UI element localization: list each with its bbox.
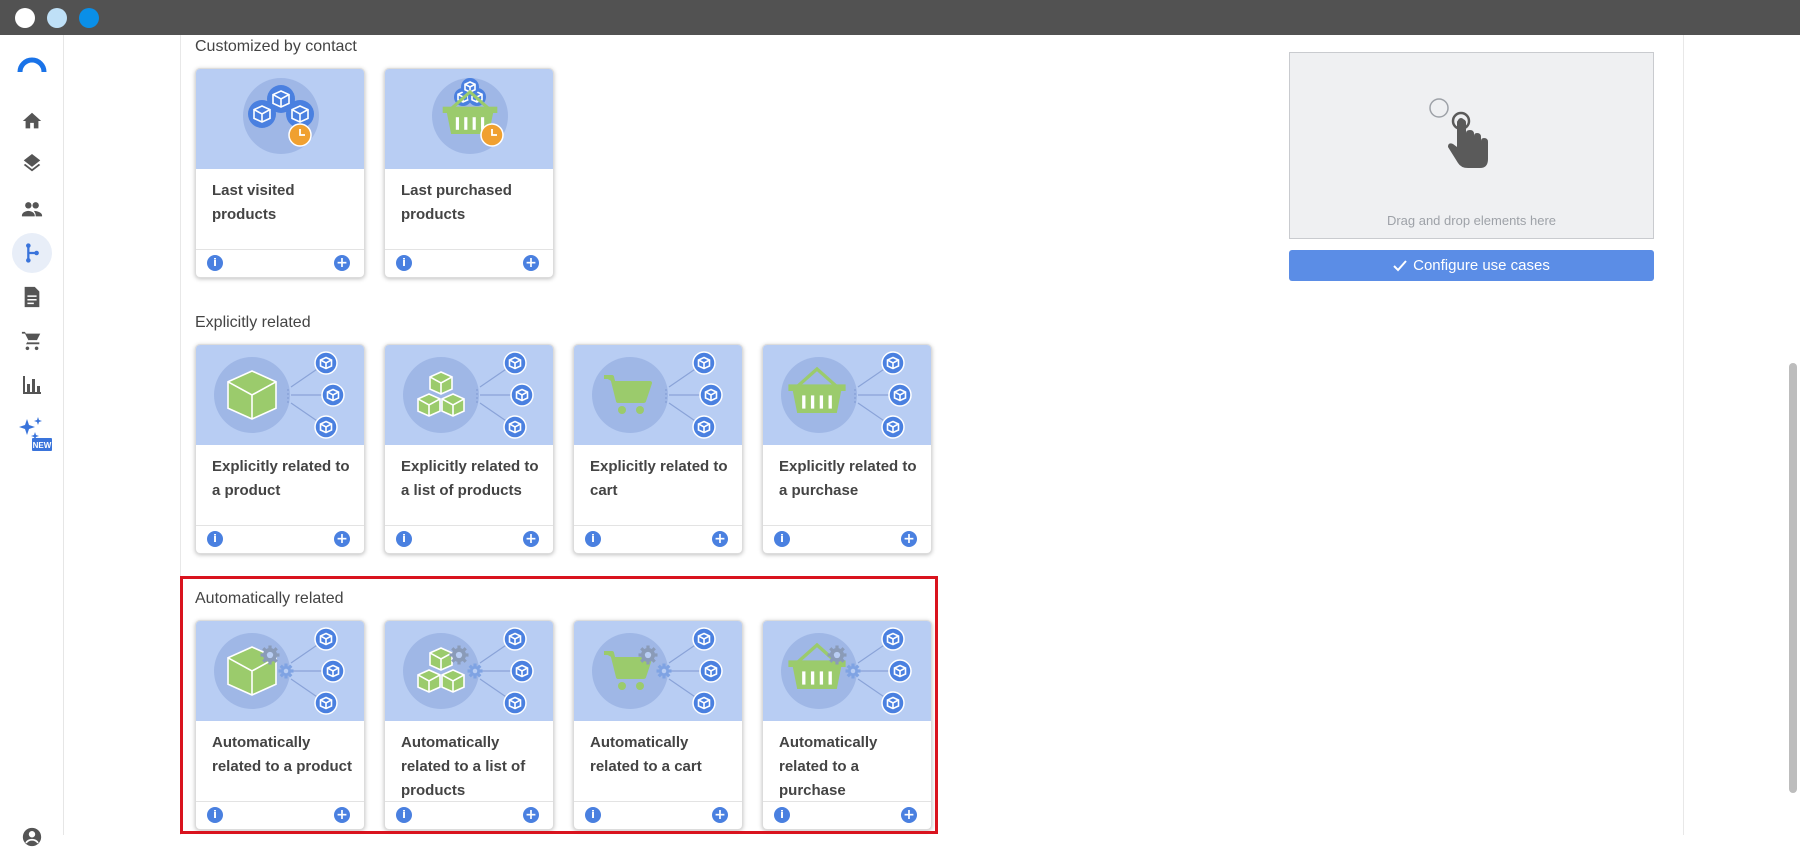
add-icon[interactable]: + bbox=[523, 255, 539, 271]
boxes-related-icon bbox=[403, 351, 534, 439]
bar-chart-icon[interactable] bbox=[16, 369, 48, 401]
close-window-button[interactable] bbox=[15, 8, 35, 28]
people-icon[interactable] bbox=[16, 193, 48, 225]
drop-zone[interactable]: Drag and drop elements here bbox=[1289, 52, 1654, 239]
info-icon[interactable]: i bbox=[396, 255, 412, 271]
use-case-card[interactable]: Explicitly related to cart i + bbox=[573, 344, 743, 554]
basket-related-icon bbox=[781, 351, 912, 439]
sidebar: NEW bbox=[0, 35, 64, 847]
document-icon[interactable] bbox=[16, 281, 48, 313]
check-icon bbox=[1393, 259, 1407, 271]
card-title: Last purchased products bbox=[401, 182, 512, 223]
use-case-card[interactable]: Explicitly related to a list of products… bbox=[384, 344, 554, 554]
branch-icon[interactable] bbox=[12, 233, 52, 273]
info-icon[interactable]: i bbox=[396, 531, 412, 547]
card-title: Explicitly related to cart bbox=[590, 458, 728, 499]
configure-use-cases-label: Configure use cases bbox=[1413, 257, 1550, 274]
info-icon[interactable]: i bbox=[207, 531, 223, 547]
scrollbar-thumb[interactable] bbox=[1789, 363, 1797, 793]
card-illustration bbox=[196, 69, 364, 169]
info-icon[interactable]: i bbox=[585, 531, 601, 547]
card-title: Last visited products bbox=[212, 182, 295, 223]
card-divider bbox=[385, 525, 553, 526]
basket-clock-icon bbox=[432, 78, 508, 154]
boxes-clock-icon bbox=[243, 78, 319, 154]
use-case-card[interactable]: Explicitly related to a product i + bbox=[195, 344, 365, 554]
minimize-window-button[interactable] bbox=[47, 8, 67, 28]
cart-icon[interactable] bbox=[16, 325, 48, 357]
card-illustration bbox=[385, 345, 553, 445]
info-icon[interactable]: i bbox=[774, 531, 790, 547]
add-icon[interactable]: + bbox=[334, 255, 350, 271]
card-divider bbox=[763, 525, 931, 526]
drag-hand-icon bbox=[1429, 98, 1488, 168]
add-icon[interactable]: + bbox=[901, 531, 917, 547]
card-title: Explicitly related to a product bbox=[212, 458, 350, 499]
use-case-card[interactable]: Last visited products i + bbox=[195, 68, 365, 278]
add-icon[interactable]: + bbox=[712, 531, 728, 547]
home-icon[interactable] bbox=[16, 105, 48, 137]
card-title: Explicitly related to a purchase bbox=[779, 458, 917, 499]
card-divider bbox=[196, 249, 364, 250]
configure-use-cases-button[interactable]: Configure use cases bbox=[1289, 250, 1654, 281]
section-title-customized: Customized by contact bbox=[195, 38, 357, 55]
card-illustration bbox=[763, 345, 931, 445]
cart-related-icon bbox=[592, 351, 723, 439]
add-icon[interactable]: + bbox=[334, 531, 350, 547]
svg-text:NEW: NEW bbox=[33, 441, 52, 450]
section-title-explicit: Explicitly related bbox=[195, 314, 311, 331]
sparkle-icon[interactable]: NEW bbox=[18, 415, 56, 455]
card-title: Explicitly related to a list of products bbox=[401, 458, 539, 499]
card-divider bbox=[385, 249, 553, 250]
user-avatar-icon[interactable] bbox=[16, 821, 48, 853]
box-related-icon bbox=[214, 351, 345, 439]
brand-logo-icon[interactable] bbox=[16, 49, 48, 81]
card-illustration bbox=[196, 345, 364, 445]
use-case-card[interactable]: Explicitly related to a purchase i + bbox=[762, 344, 932, 554]
use-case-card[interactable]: Last purchased products i + bbox=[384, 68, 554, 278]
card-divider bbox=[196, 525, 364, 526]
card-illustration bbox=[574, 345, 742, 445]
highlight-box-automatically-related bbox=[180, 576, 938, 834]
drop-zone-text: Drag and drop elements here bbox=[1386, 213, 1557, 228]
layers-icon[interactable] bbox=[16, 149, 48, 181]
info-icon[interactable]: i bbox=[207, 255, 223, 271]
window-titlebar bbox=[0, 0, 1800, 35]
content-divider-right bbox=[1683, 35, 1684, 835]
card-illustration bbox=[385, 69, 553, 169]
card-divider bbox=[574, 525, 742, 526]
add-icon[interactable]: + bbox=[523, 531, 539, 547]
maximize-window-button[interactable] bbox=[79, 8, 99, 28]
